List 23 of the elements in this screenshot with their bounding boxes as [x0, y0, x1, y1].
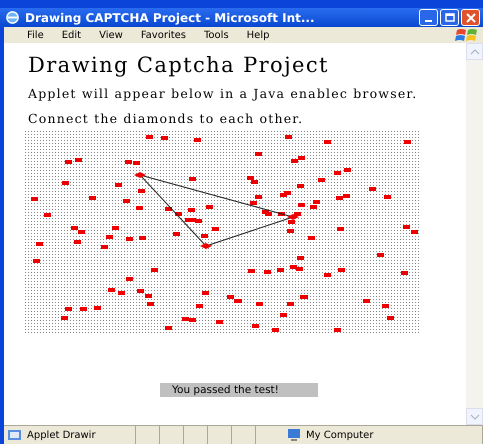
minimize-icon: [425, 20, 432, 22]
browser-icon: [5, 10, 20, 25]
paragraph: Applet will appear below in a Java enablec browser.: [28, 86, 418, 101]
menu-item[interactable]: Help: [238, 30, 278, 40]
menu-item[interactable]: Favorites: [132, 30, 196, 40]
status-text: Applet Drawir: [27, 430, 96, 440]
menu-item[interactable]: Edit: [52, 30, 90, 40]
computer-icon: [286, 428, 302, 442]
minimize-button[interactable]: [419, 9, 438, 26]
menu-item[interactable]: View: [90, 30, 132, 40]
maximize-icon: [442, 10, 456, 24]
result-message: You passed the test!: [160, 383, 318, 397]
close-button[interactable]: [461, 9, 480, 26]
menu-item[interactable]: File: [18, 30, 53, 40]
windows-logo-icon: [455, 27, 479, 43]
page-heading: Drawing Captcha Project: [28, 53, 330, 77]
page-icon: [7, 428, 23, 442]
close-icon: [464, 10, 478, 24]
menu-item[interactable]: Tools: [195, 30, 238, 40]
window-title: Drawing CAPTCHA Project - Microsoft Int...: [25, 10, 316, 24]
maximize-button[interactable]: [440, 9, 459, 26]
zone-text: My Computer: [306, 430, 374, 440]
paragraph: Connect the diamonds to each other.: [28, 111, 304, 126]
